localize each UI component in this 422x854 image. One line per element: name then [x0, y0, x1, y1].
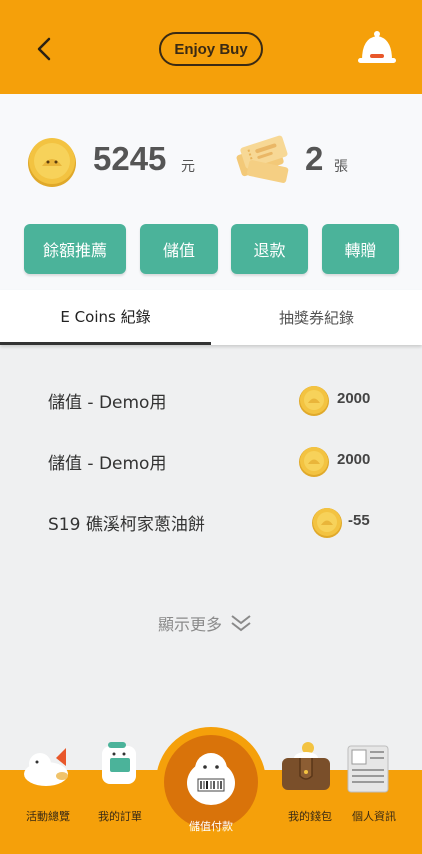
nav-item-profile[interactable]: 個人資訊 — [334, 745, 414, 826]
page-title: Enjoy Buy — [159, 32, 263, 66]
nav-label-events: 活動總覽 — [26, 810, 70, 823]
newspaper-icon — [347, 745, 389, 793]
record-label: 儲值 - Demo用 — [48, 393, 167, 413]
double-chevron-down-icon — [231, 615, 251, 632]
order-icon — [102, 742, 136, 784]
record-label: 儲值 - Demo用 — [48, 454, 167, 474]
list-item[interactable]: 儲值 - Demo用 2000 — [0, 441, 422, 481]
balance-summary: 5245 元 2 張 餘額推薦 儲值 退款 轉贈 — [0, 94, 422, 290]
coin-unit: 元 — [181, 159, 195, 175]
record-label: S19 礁溪柯家蔥油餅 — [48, 515, 205, 535]
show-more-label: 顯示更多 — [158, 615, 223, 634]
list-item[interactable]: S19 礁溪柯家蔥油餅 -55 — [0, 502, 422, 542]
app-header: Enjoy Buy — [0, 0, 422, 94]
coin-icon — [312, 508, 342, 538]
nav-item-orders[interactable]: 我的訂單 — [80, 742, 160, 826]
ticket-icon — [236, 135, 289, 183]
coin-icon — [299, 447, 329, 477]
list-item[interactable]: 儲值 - Demo用 2000 — [0, 380, 422, 420]
coin-icon — [28, 138, 76, 187]
barcode-mascot-icon — [187, 753, 235, 805]
tab-ticket-records[interactable]: 抽獎券紀錄 — [211, 290, 422, 345]
coin-balance: 5245 — [93, 140, 167, 177]
show-more-button[interactable]: 顯示更多 — [158, 610, 252, 636]
notification-button[interactable] — [352, 26, 402, 68]
record-amount: 2000 — [337, 390, 371, 407]
top-up-button[interactable]: 儲值 — [140, 224, 218, 274]
nav-label-profile: 個人資訊 — [352, 810, 396, 823]
coin-icon — [299, 386, 329, 416]
refund-button[interactable]: 退款 — [231, 224, 308, 274]
nav-label-pay: 儲值付款 — [189, 820, 233, 833]
tab-ecoins-records[interactable]: E Coins 紀錄 — [0, 290, 211, 345]
bird-icon — [24, 748, 68, 786]
transfer-button[interactable]: 轉贈 — [322, 224, 399, 274]
balance-recommend-button[interactable]: 餘額推薦 — [24, 224, 126, 274]
ticket-count: 2 — [305, 140, 324, 177]
nav-label-orders: 我的訂單 — [98, 810, 142, 823]
wallet-icon — [282, 742, 330, 790]
record-amount: -55 — [348, 512, 370, 529]
top-up-pay-button[interactable] — [164, 735, 258, 829]
record-amount: 2000 — [337, 451, 371, 468]
nav-item-events[interactable]: 活動總覽 — [8, 746, 88, 826]
back-button[interactable] — [30, 32, 60, 66]
ticket-unit: 張 — [334, 159, 348, 175]
chevron-left-icon — [37, 37, 51, 61]
bell-icon — [358, 31, 396, 63]
record-tabs: E Coins 紀錄 抽獎券紀錄 — [0, 290, 422, 345]
